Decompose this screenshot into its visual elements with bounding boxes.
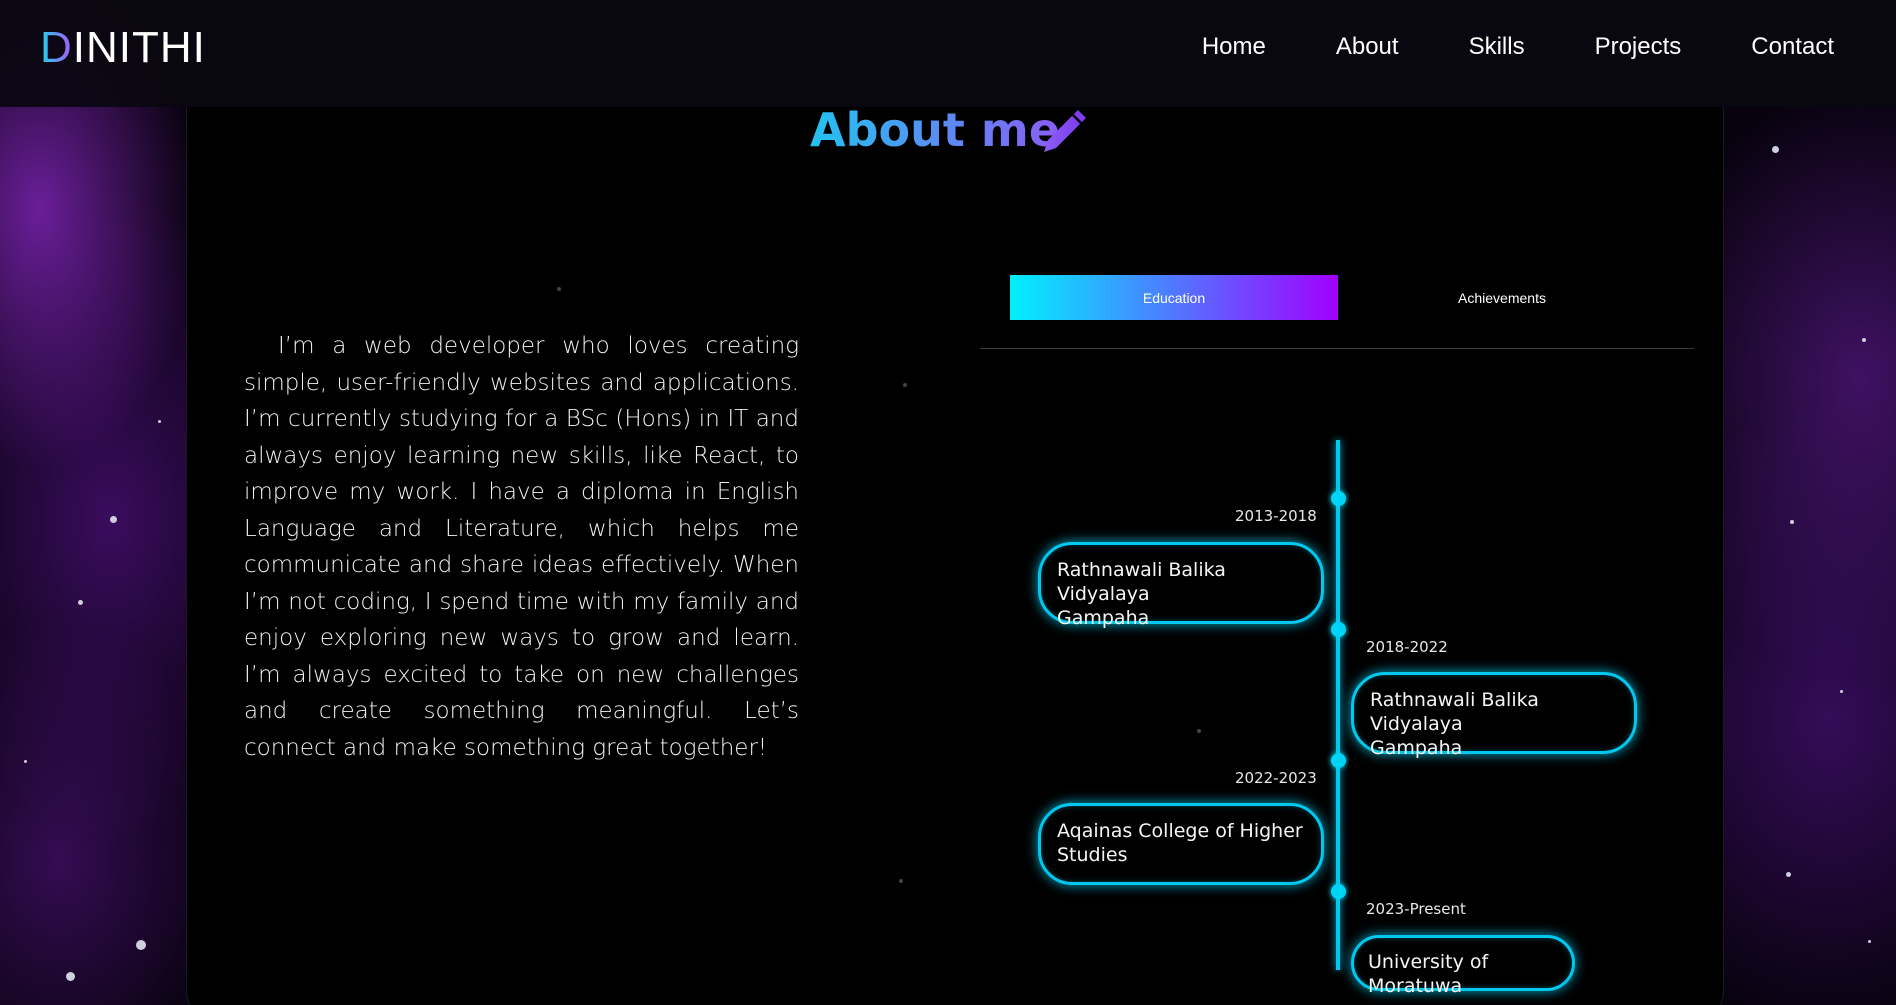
tab-education[interactable]: Education xyxy=(1010,275,1338,320)
background-star xyxy=(24,760,27,763)
background-star xyxy=(1790,520,1794,524)
timeline-entry: Aqainas College of Higher Studies xyxy=(1038,803,1324,885)
timeline-entry-line2: Gampaha xyxy=(1057,607,1150,629)
background-star xyxy=(903,383,907,387)
tab-achievements[interactable]: Achievements xyxy=(1338,275,1666,320)
timeline-dot xyxy=(1331,622,1346,637)
background-star xyxy=(1786,872,1791,877)
timeline-dot xyxy=(1331,491,1346,506)
background-star xyxy=(136,940,146,950)
timeline-entry: University of Moratuwa xyxy=(1351,935,1575,997)
background-star xyxy=(1772,146,1779,153)
about-bio: I’m a web developer who loves creating s… xyxy=(244,333,799,761)
background-star xyxy=(158,420,161,423)
background-star xyxy=(899,879,903,883)
background-star xyxy=(1840,690,1843,693)
timeline-year: 2018-2022 xyxy=(1366,638,1448,656)
nav-link-skills[interactable]: Skills xyxy=(1469,33,1525,61)
timeline-entry: Rathnawali Balika Vidyalaya Gampaha xyxy=(1038,542,1324,629)
nav-links: Home About Skills Projects Contact xyxy=(1202,33,1834,61)
background-star xyxy=(1868,940,1871,943)
pencil-icon xyxy=(1044,110,1086,152)
background-star xyxy=(110,516,117,523)
background-star xyxy=(66,972,75,981)
background-star xyxy=(1862,338,1866,342)
timeline-year: 2013-2018 xyxy=(1235,507,1317,525)
page: DINITHI Home About Skills Projects Conta… xyxy=(0,0,1896,1005)
timeline-entry: Rathnawali Balika Vidyalaya Gampaha xyxy=(1351,672,1637,759)
background-star xyxy=(557,287,561,291)
logo-initial: D xyxy=(40,23,73,72)
timeline-dot xyxy=(1331,884,1346,899)
timeline-entry-line1: Rathnawali Balika Vidyalaya xyxy=(1057,559,1226,605)
timeline-year: 2023-Present xyxy=(1366,900,1466,918)
nav-link-projects[interactable]: Projects xyxy=(1595,33,1682,61)
nav-link-contact[interactable]: Contact xyxy=(1751,33,1834,61)
navbar: DINITHI Home About Skills Projects Conta… xyxy=(0,0,1896,107)
logo-text: INITHI xyxy=(72,23,206,72)
nav-link-about[interactable]: About xyxy=(1336,33,1399,61)
tabs-divider xyxy=(980,348,1694,349)
site-logo[interactable]: DINITHI xyxy=(40,22,206,74)
timeline-entry-line1: Aqainas College of Higher xyxy=(1057,820,1303,842)
timeline-year: 2022-2023 xyxy=(1235,769,1317,787)
background-star xyxy=(78,600,83,605)
timeline-entry-line2: Gampaha xyxy=(1370,737,1463,759)
timeline-entry-line2: Studies xyxy=(1057,844,1128,866)
timeline-entry-line1: University of Moratuwa xyxy=(1368,951,1489,997)
timeline-dot xyxy=(1331,753,1346,768)
nav-link-home[interactable]: Home xyxy=(1202,33,1266,61)
timeline-entry-line1: Rathnawali Balika Vidyalaya xyxy=(1370,689,1539,735)
about-tabs: Education Achievements xyxy=(1010,275,1666,320)
background-star xyxy=(1197,729,1201,733)
section-title: About me xyxy=(810,100,1060,160)
